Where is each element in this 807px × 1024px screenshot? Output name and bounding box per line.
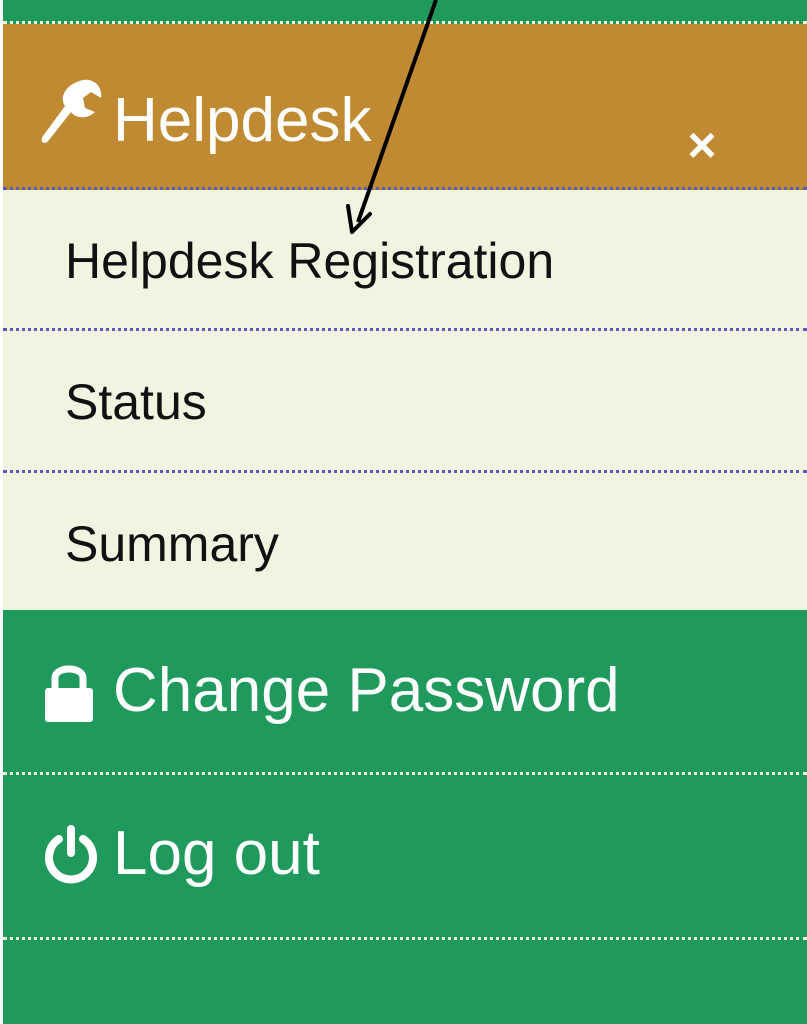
- wrench-icon: [39, 76, 105, 156]
- submenu-item-label: Summary: [65, 516, 279, 572]
- close-icon[interactable]: ×: [673, 116, 731, 174]
- menu-item-log-out[interactable]: Log out: [3, 775, 807, 940]
- submenu-item-status[interactable]: Status: [3, 331, 807, 473]
- helpdesk-section-header[interactable]: Helpdesk ×: [3, 24, 807, 190]
- lock-icon: [43, 660, 107, 724]
- menu-item-label: Log out: [113, 819, 320, 888]
- helpdesk-section-label: Helpdesk: [113, 86, 372, 155]
- menu-top-strip: [3, 0, 807, 24]
- submenu-item-summary[interactable]: Summary: [3, 473, 807, 610]
- submenu-item-label: Helpdesk Registration: [65, 233, 555, 289]
- submenu-item-helpdesk-registration[interactable]: Helpdesk Registration: [3, 190, 807, 331]
- menu-item-label: Change Password: [113, 656, 620, 725]
- menu-item-change-password[interactable]: Change Password: [3, 610, 807, 775]
- sidebar-menu: Helpdesk × Helpdesk Registration Status …: [3, 0, 807, 1024]
- submenu-item-label: Status: [65, 374, 207, 430]
- power-icon: [39, 823, 103, 887]
